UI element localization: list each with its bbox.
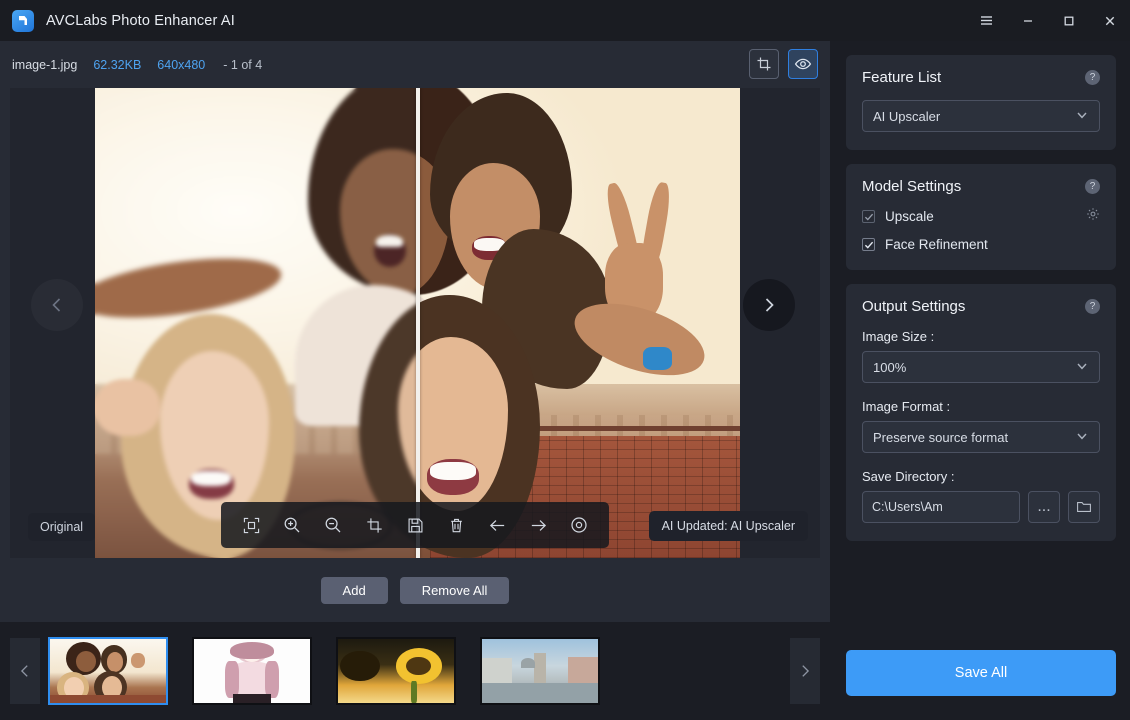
zoom-in-icon[interactable] <box>274 507 310 543</box>
chevron-down-icon <box>1075 359 1089 376</box>
save-all-button[interactable]: Save All <box>846 650 1116 696</box>
title-bar: AVCLabs Photo Enhancer AI <box>0 0 1130 41</box>
gear-icon[interactable] <box>1086 207 1100 226</box>
minimize-icon[interactable] <box>1007 0 1048 41</box>
model-settings-title: Model Settings <box>862 178 962 195</box>
app-title: AVCLabs Photo Enhancer AI <box>46 12 235 29</box>
list-actions: Add Remove All <box>0 558 830 622</box>
close-icon[interactable] <box>1089 0 1130 41</box>
image-format-value: Preserve source format <box>873 429 1009 445</box>
remove-all-button[interactable]: Remove All <box>399 576 510 604</box>
trash-icon[interactable] <box>438 507 474 543</box>
output-settings-header: Output Settings ? <box>862 298 1100 315</box>
zoom-out-icon[interactable] <box>315 507 351 543</box>
file-position: - 1 of 4 <box>223 57 263 72</box>
avclabs-logo-icon <box>12 9 34 32</box>
thumbnails-prev-button[interactable] <box>10 638 40 704</box>
model-settings-card: Model Settings ? Upscale Face Refinement <box>846 164 1116 270</box>
settings-panel: Feature List ? AI Upscaler Model Setting… <box>830 41 1130 720</box>
thumbnail-list <box>48 637 782 705</box>
feature-select-value: AI Upscaler <box>873 108 941 124</box>
face-refinement-label: Face Refinement <box>885 237 988 252</box>
output-settings-title: Output Settings <box>862 298 966 315</box>
original-image-layer <box>95 88 418 558</box>
previous-image-button[interactable] <box>31 279 83 331</box>
browse-button[interactable]: ... <box>1028 491 1060 523</box>
thumbnail-2[interactable] <box>192 637 312 705</box>
fit-screen-icon[interactable] <box>233 507 269 543</box>
image-preview-stage[interactable]: Original AI Updated: AI Upscaler <box>10 88 820 558</box>
crop-tool-button[interactable] <box>749 49 779 79</box>
crop-icon[interactable] <box>356 507 392 543</box>
file-dimensions: 640x480 <box>157 57 206 72</box>
thumbnail-3[interactable] <box>336 637 456 705</box>
thumbnail-strip <box>0 622 830 720</box>
preview-image <box>95 88 740 558</box>
workspace: image-1.jpg 62.32KB 640x480 - 1 of 4 Ori… <box>0 41 830 720</box>
feature-list-card: Feature List ? AI Upscaler <box>846 55 1116 150</box>
feature-list-header: Feature List ? <box>862 69 1100 86</box>
preview-toggle-button[interactable] <box>788 49 818 79</box>
window-controls <box>966 0 1130 41</box>
arrow-left-icon[interactable] <box>479 507 515 543</box>
chevron-down-icon <box>1075 429 1089 446</box>
ai-updated-label: AI Updated: AI Upscaler <box>648 511 808 541</box>
file-info-bar: image-1.jpg 62.32KB 640x480 - 1 of 4 <box>0 41 830 88</box>
save-directory-input[interactable]: C:\Users\Am <box>862 491 1020 523</box>
help-icon[interactable]: ? <box>1085 299 1100 314</box>
arrow-right-icon[interactable] <box>520 507 556 543</box>
help-icon[interactable]: ? <box>1085 70 1100 85</box>
maximize-icon[interactable] <box>1048 0 1089 41</box>
save-directory-row: C:\Users\Am ... <box>862 491 1100 523</box>
folder-open-icon[interactable] <box>1068 491 1100 523</box>
menu-icon[interactable] <box>966 0 1007 41</box>
image-format-label: Image Format : <box>862 399 951 414</box>
next-image-button[interactable] <box>743 279 795 331</box>
file-size: 62.32KB <box>93 57 142 72</box>
checkbox-icon <box>862 210 875 223</box>
image-size-select[interactable]: 100% <box>862 351 1100 383</box>
checkbox-icon <box>862 238 875 251</box>
help-icon[interactable]: ? <box>1085 179 1100 194</box>
panel-spacer <box>846 555 1116 650</box>
upscale-checkbox[interactable]: Upscale <box>862 207 1100 226</box>
comparison-split-handle[interactable] <box>415 88 420 558</box>
original-label: Original <box>28 513 96 541</box>
image-size-label: Image Size : <box>862 329 935 344</box>
view-tools <box>749 49 818 79</box>
thumbnail-1[interactable] <box>48 637 168 705</box>
output-settings-card: Output Settings ? Image Size : 100% Imag… <box>846 284 1116 541</box>
thumbnails-next-button[interactable] <box>790 638 820 704</box>
image-format-select[interactable]: Preserve source format <box>862 421 1100 453</box>
upscale-label: Upscale <box>885 209 934 224</box>
face-refinement-checkbox[interactable]: Face Refinement <box>862 237 1100 252</box>
eye-circle-icon[interactable] <box>561 507 597 543</box>
thumbnail-4[interactable] <box>480 637 600 705</box>
feature-select[interactable]: AI Upscaler <box>862 100 1100 132</box>
save-disk-icon[interactable] <box>397 507 433 543</box>
file-name: image-1.jpg <box>12 57 78 72</box>
add-button[interactable]: Add <box>320 576 388 604</box>
feature-list-title: Feature List <box>862 69 942 86</box>
image-size-value: 100% <box>873 359 907 375</box>
save-directory-label: Save Directory : <box>862 469 955 484</box>
model-settings-header: Model Settings ? <box>862 178 1100 195</box>
chevron-down-icon <box>1075 108 1089 125</box>
image-toolbar <box>221 502 609 548</box>
